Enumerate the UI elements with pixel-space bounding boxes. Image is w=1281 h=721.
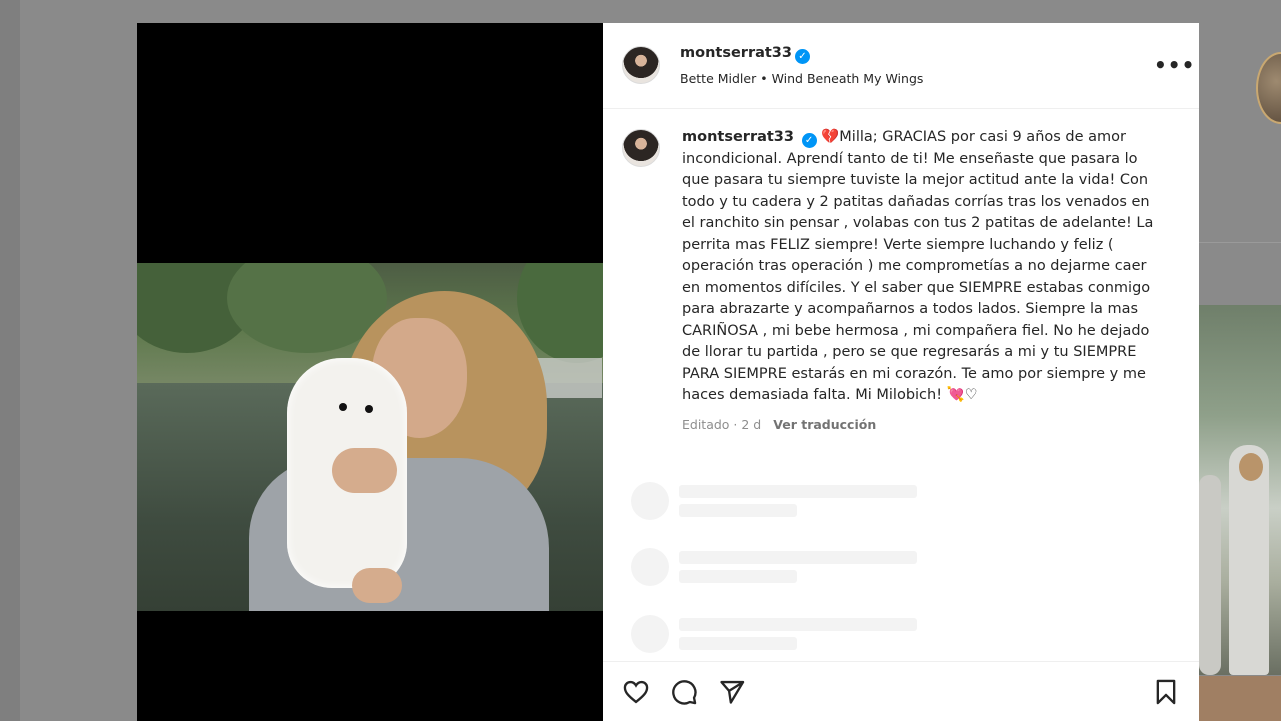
photo-hand [352,568,402,603]
author-username-text[interactable]: montserrat33 [680,45,792,61]
photo-hand [332,448,397,493]
caption-body: Milla; GRACIAS por casi 9 años de amor i… [682,129,1154,403]
caption-author-avatar[interactable] [622,129,660,167]
skeleton-avatar [631,482,669,520]
skeleton-line [679,551,917,564]
skeleton-avatar [631,615,669,653]
edited-timestamp: Editado · 2 d [682,417,762,432]
paper-plane-icon [720,680,745,704]
author-username[interactable]: montserrat33 ✓ [680,45,810,64]
verified-badge-icon: ✓ [801,133,817,148]
comment-bubble-icon [672,680,697,705]
post-modal: montserrat33 ✓ Bette Midler • Wind Beneat… [137,23,1199,721]
post-photo[interactable] [137,263,603,611]
background-figure [1199,475,1221,675]
skeleton-line [679,504,797,517]
heart-emoji-icon: 💘♡ [946,387,978,403]
skeleton-avatar [631,548,669,586]
skeleton-line [679,570,797,583]
audio-separator: • [760,71,768,86]
background-divider [1199,242,1281,243]
more-options-icon[interactable]: ••• [1154,53,1195,77]
save-button[interactable] [1150,676,1182,708]
broken-heart-emoji-icon: 💔 [821,129,840,145]
post-side-panel: montserrat33 ✓ Bette Midler • Wind Beneat… [603,23,1199,721]
see-translation-link[interactable]: Ver traducción [773,417,876,432]
caption-meta: Editado · 2 d Ver traducción [682,417,876,432]
dog-eye [365,405,373,413]
skeleton-line [679,637,797,650]
bookmark-icon [1156,679,1176,705]
audio-artist[interactable]: Bette Midler [680,71,756,86]
caption-text: montserrat33 ✓ 💔Milla; GRACIAS por casi … [682,127,1167,407]
audio-song[interactable]: Wind Beneath My Wings [772,71,924,86]
comment-button[interactable] [668,676,700,708]
heart-outline-icon [623,680,649,704]
caption-username[interactable]: montserrat33 [682,129,794,145]
dog-eye [339,403,347,411]
share-button[interactable] [716,676,748,708]
author-avatar[interactable] [622,46,660,84]
skeleton-line [679,485,917,498]
audio-attribution[interactable]: Bette Midler • Wind Beneath My Wings [680,71,923,86]
like-button[interactable] [620,676,652,708]
background-figure-head [1239,453,1263,481]
post-media[interactable] [137,23,603,721]
background-post-image[interactable] [1199,305,1281,675]
background-post-image-bottom [1199,676,1281,721]
post-actions-bar [603,661,1199,721]
skeleton-line [679,618,917,631]
verified-badge-icon: ✓ [795,49,810,64]
post-header: montserrat33 ✓ Bette Midler • Wind Beneat… [603,23,1199,109]
